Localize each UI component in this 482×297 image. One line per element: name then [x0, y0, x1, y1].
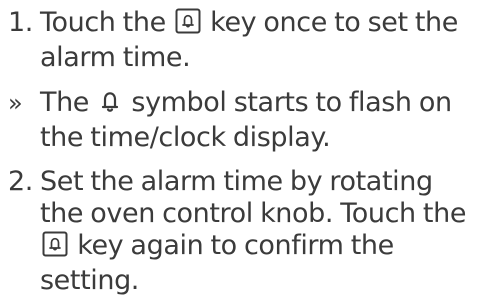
result-marker: »	[8, 89, 23, 117]
bell-key-icon	[175, 8, 201, 42]
instruction-step-2: 2. Set the alarm time by rotating the ov…	[8, 166, 478, 296]
step-number: 2.	[8, 166, 33, 197]
instruction-text: Set the alarm time by rotating the oven …	[40, 166, 480, 297]
result-text: The symbol starts to flash on the time/c…	[40, 87, 480, 154]
instruction-text-after-icon: key again to confirm the setting.	[40, 230, 394, 296]
instruction-result: » The symbol starts to flash on the time…	[8, 87, 478, 153]
instruction-text-before-icon: Touch the	[40, 7, 166, 38]
alarm-instructions: 1. Touch the key once to set the alarm t…	[0, 0, 482, 296]
instruction-step-1: 1. Touch the key once to set the alarm t…	[8, 7, 478, 73]
bell-symbol-icon	[98, 88, 122, 122]
step-number: 1.	[8, 7, 33, 38]
instruction-text: Touch the key once to set the alarm time…	[40, 7, 480, 74]
bell-key-icon	[42, 231, 68, 265]
instruction-text-before-icon: Set the alarm time by rotating the oven …	[40, 166, 467, 229]
result-text-before-icon: The	[40, 87, 90, 118]
